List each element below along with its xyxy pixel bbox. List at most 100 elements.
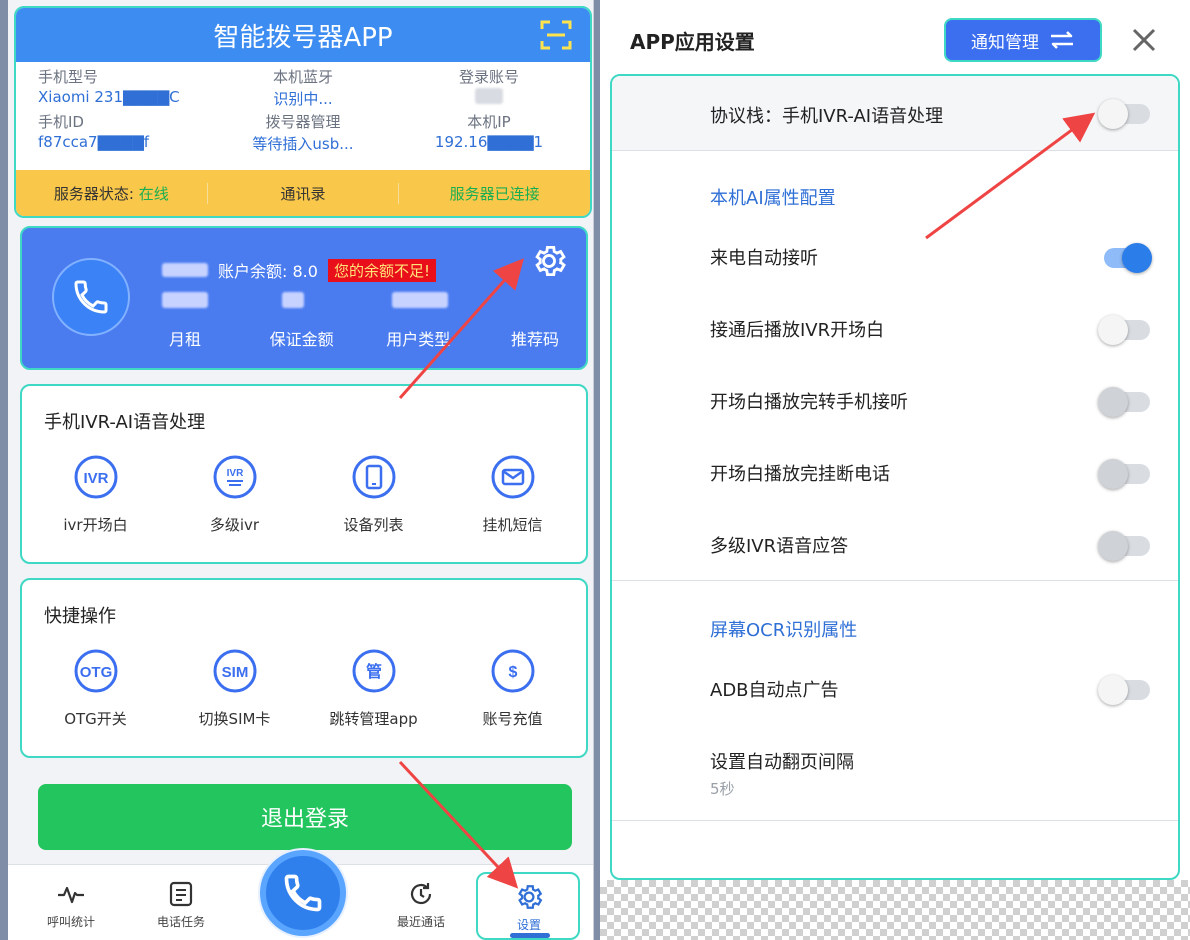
app-main-screen: 智能拨号器APP 手机型号 Xiaomi 231▇▇▇▇C 本机蓝牙 识别中..…	[8, 0, 594, 940]
user-type-label: 用户类型	[386, 330, 451, 349]
svg-text:IVR: IVR	[226, 468, 243, 479]
account-card: 账户余额: 8.0 您的余额不足! 月租 保证金额 用户类型 推荐码	[20, 226, 588, 370]
hangup-sms-button[interactable]: 挂机短信	[448, 454, 578, 535]
login-account-value	[396, 88, 582, 108]
hangup-after-toggle[interactable]	[1098, 459, 1150, 489]
dollar-icon: $	[491, 649, 534, 693]
dialer-manage-value: 等待插入usb...	[252, 135, 354, 153]
auto-answer-toggle[interactable]	[1104, 243, 1152, 273]
phone-id-cell: 手机ID f87cca7▇▇▇▇f	[24, 111, 210, 154]
balance-row: 账户余额: 8.0 您的余额不足!	[162, 258, 436, 282]
balance-text: 账户余额: 8.0	[218, 262, 318, 281]
account-recharge-button[interactable]: $ 账号充值	[448, 648, 578, 729]
login-account-label: 登录账号	[458, 68, 519, 86]
swap-arrows-icon	[1051, 31, 1073, 49]
nav-call-stats[interactable]: 呼叫统计	[26, 865, 116, 930]
settings-screen: APP应用设置 通知管理 协议栈：手机IVR-AI语音处理 本机AI属性配置 来…	[600, 0, 1190, 940]
device-list-label: 设备列表	[343, 516, 404, 534]
jump-manage-app-label: 跳转管理app	[329, 710, 418, 728]
nav-recent-calls[interactable]: 最近通话	[376, 865, 466, 930]
switch-sim-button[interactable]: SIM 切换SIM卡	[170, 648, 300, 729]
ivr-card-title: 手机IVR-AI语音处理	[44, 412, 206, 433]
transfer-phone-label: 开场白播放完转手机接听	[710, 392, 908, 413]
dialer-manage-label: 拨号器管理	[265, 113, 341, 131]
otg-toggle-label: OTG开关	[64, 710, 127, 728]
nav-settings-inner: 设置	[484, 874, 574, 933]
server-status-value: 在线	[138, 184, 169, 203]
divider	[612, 150, 1178, 151]
local-ip-label: 本机IP	[467, 113, 511, 131]
local-ip-value: 192.16▇▇▇▇1	[434, 133, 544, 151]
scan-icon[interactable]	[540, 20, 572, 50]
pulse-icon	[58, 886, 84, 904]
otg-toggle-button[interactable]: OTG OTG开关	[31, 648, 161, 729]
close-icon[interactable]	[1128, 24, 1160, 56]
nav-phone-tasks-label: 电话任务	[156, 915, 205, 929]
active-tab-indicator	[510, 933, 550, 938]
nav-settings[interactable]: 设置	[476, 872, 580, 940]
server-status: 服务器状态: 在线	[16, 182, 208, 204]
quick-card-title: 快捷操作	[44, 606, 116, 627]
divider	[612, 820, 1178, 821]
svg-text:管: 管	[365, 662, 381, 681]
app-title-bar: 智能拨号器APP	[16, 8, 590, 62]
ivr-opening-label: ivr开场白	[63, 516, 128, 534]
multi-ivr-toggle[interactable]	[1098, 531, 1150, 561]
account-field-labels: 月租 保证金额 用户类型 推荐码	[140, 326, 580, 350]
adb-ads-toggle[interactable]	[1098, 675, 1150, 705]
contacts-link[interactable]: 通讯录	[208, 182, 400, 204]
ivr-icon-row: IVR ivr开场白 IVR 多级ivr 设备列表 挂机短信	[22, 434, 586, 535]
jump-manage-app-button[interactable]: 管 跳转管理app	[309, 648, 439, 729]
low-balance-warning: 您的余额不足!	[327, 258, 436, 282]
play-ivr-label: 接通后播放IVR开场白	[710, 320, 885, 341]
username-masked	[162, 263, 208, 277]
section-ai-config-label: 本机AI属性配置	[710, 188, 836, 209]
avatar	[52, 258, 130, 336]
nav-settings-label: 设置	[516, 918, 541, 932]
ivr-ai-card: 手机IVR-AI语音处理 IVR ivr开场白 IVR 多级ivr 设备列表 挂…	[20, 384, 588, 564]
svg-text:OTG: OTG	[79, 664, 112, 681]
nav-phone-tasks[interactable]: 电话任务	[136, 865, 226, 930]
protocol-stack-toggle[interactable]	[1098, 99, 1150, 129]
page-interval-value: 5秒	[710, 780, 735, 798]
svg-text:IVR: IVR	[83, 470, 108, 487]
server-status-label: 服务器状态:	[53, 184, 134, 203]
phone-icon	[74, 280, 108, 314]
adb-ads-label: ADB自动点广告	[710, 680, 839, 701]
transfer-phone-toggle[interactable]	[1098, 387, 1150, 417]
device-list-button[interactable]: 设备列表	[309, 454, 439, 535]
phone-model-value: Xiaomi 231▇▇▇▇C	[38, 88, 180, 106]
dial-call-button[interactable]	[260, 850, 346, 936]
bluetooth-label: 本机蓝牙	[272, 68, 333, 86]
multi-ivr-label: 多级ivr	[209, 516, 260, 534]
transparent-area	[600, 880, 1190, 940]
divider	[612, 580, 1178, 581]
nav-call-stats-label: 呼叫统计	[46, 915, 95, 929]
sim-icon: SIM	[213, 649, 256, 693]
multi-ivr-setting-label: 多级IVR语音应答	[710, 536, 849, 557]
multi-ivr-icon: IVR	[213, 455, 256, 499]
play-ivr-toggle[interactable]	[1098, 315, 1150, 345]
bluetooth-value: 识别中...	[273, 90, 333, 108]
gear-icon	[518, 885, 543, 909]
nav-recent-calls-label: 最近通话	[396, 915, 445, 929]
logout-button[interactable]: 退出登录	[38, 784, 572, 850]
deposit-label: 保证金额	[269, 330, 334, 349]
quick-icon-row: OTG OTG开关 SIM 切换SIM卡 管 跳转管理app $ 账号充值	[22, 628, 586, 729]
multi-ivr-button[interactable]: IVR 多级ivr	[170, 454, 300, 535]
phone-id-value: f87cca7▇▇▇▇f	[38, 133, 150, 151]
hangup-sms-label: 挂机短信	[482, 516, 543, 534]
page-interval-label: 设置自动翻页间隔	[710, 752, 854, 773]
document-icon	[169, 881, 193, 907]
ivr-opening-button[interactable]: IVR ivr开场白	[31, 454, 161, 535]
svg-text:SIM: SIM	[221, 664, 248, 681]
notification-manage-button[interactable]: 通知管理	[944, 18, 1102, 62]
settings-title: APP应用设置	[630, 30, 755, 54]
account-recharge-label: 账号充值	[482, 710, 543, 728]
protocol-stack-label: 协议栈：手机IVR-AI语音处理	[710, 106, 944, 127]
protocol-stack-row[interactable]: 协议栈：手机IVR-AI语音处理	[612, 76, 1178, 150]
account-settings-gear-icon[interactable]	[530, 242, 568, 280]
ivr-icon: IVR	[74, 455, 117, 499]
switch-sim-label: 切换SIM卡	[198, 710, 271, 728]
app-title: 智能拨号器APP	[213, 22, 393, 53]
